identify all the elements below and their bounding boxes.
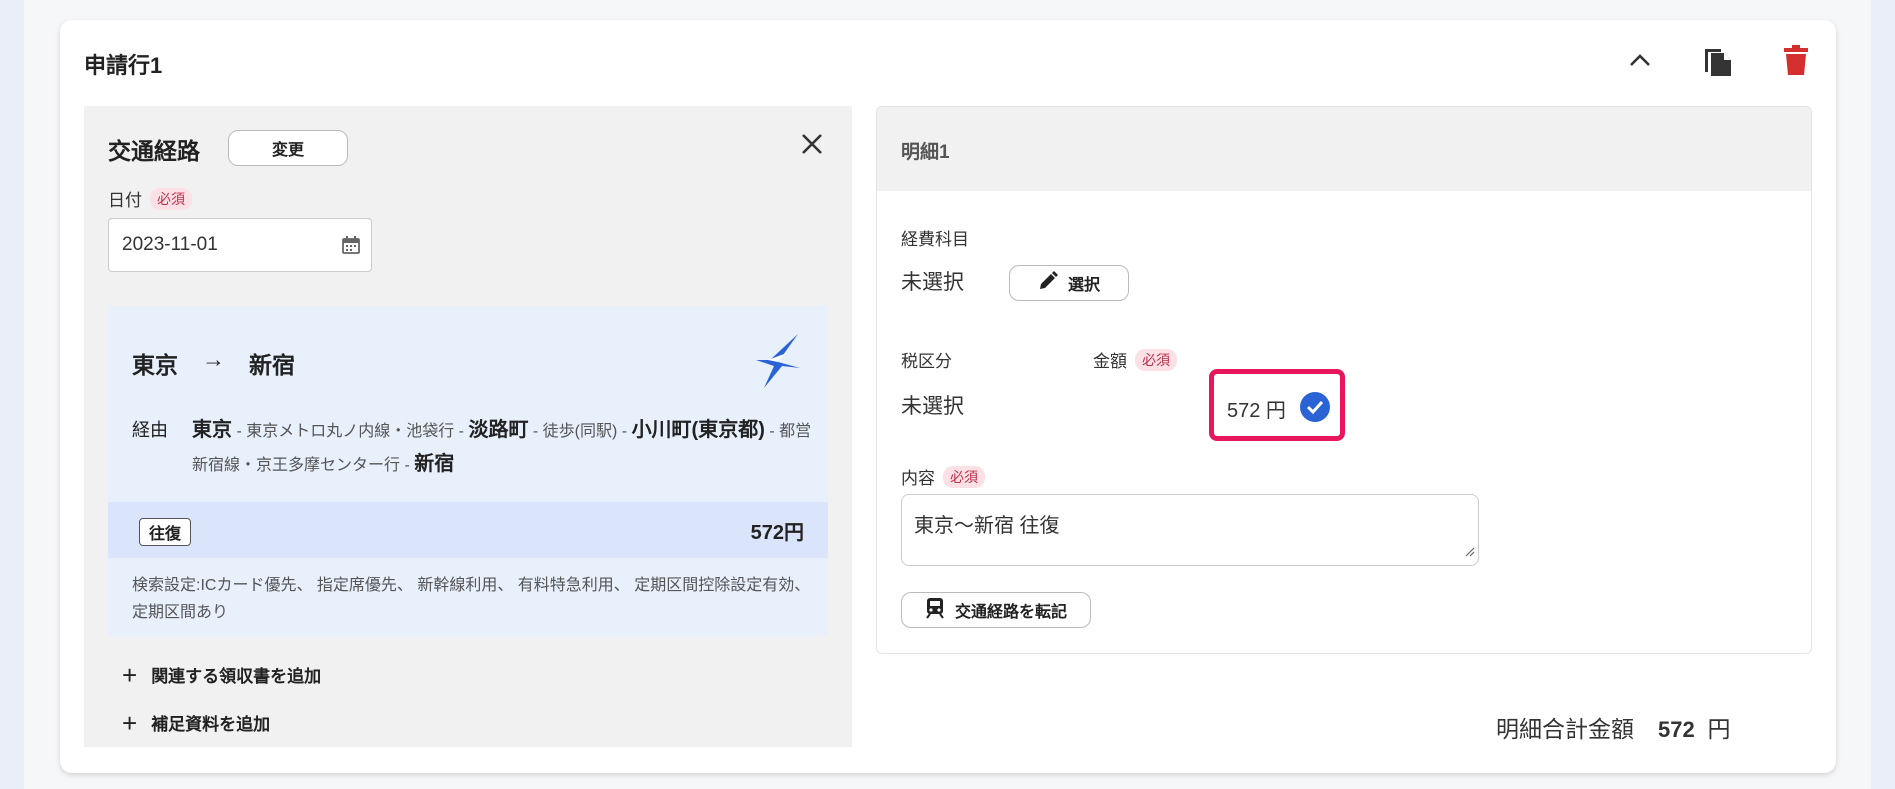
search-settings: 検索設定:ICカード優先、 指定席優先、 新幹線利用、 有料特急利用、 定期区間… — [132, 577, 811, 621]
via-details: 東京 - 東京メトロ丸ノ内線・池袋行 - 淡路町 - 徒歩(同駅) - 小川町(… — [192, 414, 812, 482]
amount-label: 金額 — [1093, 352, 1127, 371]
change-label: 変更 — [271, 142, 304, 159]
date-label: 日付 — [108, 191, 142, 210]
date-field[interactable]: 2023-11-01 — [108, 218, 372, 272]
bird-logo-icon — [754, 332, 800, 395]
amount-field[interactable]: 572 円 — [1209, 369, 1345, 441]
pencil-icon — [1038, 270, 1058, 296]
resize-grip-icon[interactable] — [1465, 544, 1475, 562]
via-line-2: - 徒歩(同駅) - — [528, 423, 632, 440]
detail-panel: 明細1 経費科目 未選択 選択 税区分 金額 必須 未選択 572 円 内容 必須 … — [876, 106, 1812, 654]
required-badge: 必須 — [150, 188, 192, 210]
trash-icon[interactable] — [1776, 40, 1816, 80]
total-unit: 円 — [1707, 716, 1731, 742]
add-receipt-label: 関連する領収書を追加 — [151, 667, 322, 686]
chevron-up-icon[interactable] — [1620, 40, 1660, 80]
transcribe-label: 交通経路を転記 — [954, 604, 1067, 621]
plus-icon: + — [122, 659, 138, 690]
calendar-icon[interactable] — [341, 235, 361, 260]
tax-value: 未選択 — [901, 395, 964, 418]
date-value: 2023-11-01 — [122, 234, 218, 255]
expense-label: 経費科目 — [901, 230, 969, 249]
amount-label-row: 金額 必須 — [1093, 347, 1177, 372]
train-icon — [925, 597, 945, 624]
route-arrow: → — [202, 346, 225, 372]
close-icon[interactable] — [800, 132, 824, 161]
application-line-card: 申請行1 交通経路 変更 日付 必須 2023-11-01 東京 → 新宿 経由… — [60, 20, 1836, 773]
amount-value: 572 円 — [1227, 400, 1286, 422]
select-expense-button[interactable]: 選択 — [1009, 265, 1129, 301]
route-summary: 東京 → 新宿 経由 東京 - 東京メトロ丸ノ内線・池袋行 - 淡路町 - 徒歩… — [108, 306, 828, 636]
plus-icon: + — [122, 707, 138, 738]
required-badge: 必須 — [943, 466, 985, 488]
required-badge: 必須 — [1135, 349, 1177, 371]
via-route: 経由 東京 - 東京メトロ丸ノ内線・池袋行 - 淡路町 - 徒歩(同駅) - 小… — [132, 414, 812, 482]
via-station-2: 淡路町 — [468, 419, 529, 441]
section-title: 交通経路 — [108, 138, 200, 164]
origin-station: 東京 — [132, 352, 178, 378]
date-label-row: 日付 必須 — [108, 186, 192, 211]
select-label: 選択 — [1067, 277, 1100, 294]
content-label: 内容 — [901, 469, 935, 488]
change-route-button[interactable]: 変更 — [228, 130, 348, 166]
content-label-row: 内容 必須 — [901, 464, 985, 489]
detail-header: 明細1 — [877, 107, 1811, 191]
check-circle-icon — [1300, 392, 1330, 422]
total-label: 明細合計金額 — [1496, 716, 1634, 742]
add-material-link[interactable]: + 補足資料を追加 — [122, 707, 271, 738]
card-title: 申請行1 — [84, 53, 163, 78]
tax-label: 税区分 — [901, 352, 952, 371]
fare-amount: 572円 — [750, 522, 804, 544]
via-station-3: 小川町(東京都) — [631, 419, 765, 441]
via-label: 経由 — [132, 420, 168, 440]
via-station-1: 東京 — [192, 419, 232, 441]
fare-row: 往復 572円 — [108, 502, 828, 558]
detail-title: 明細1 — [901, 142, 950, 163]
copy-icon[interactable] — [1698, 40, 1738, 80]
expense-value: 未選択 — [901, 271, 964, 294]
route-header: 東京 → 新宿 — [132, 346, 295, 380]
total-value: 572 — [1658, 717, 1695, 742]
add-receipt-link[interactable]: + 関連する領収書を追加 — [122, 659, 322, 690]
detail-total: 明細合計金額 572 円 — [1496, 710, 1731, 744]
via-station-4: 新宿 — [414, 453, 455, 475]
round-trip-badge: 往復 — [139, 518, 192, 546]
via-line-1: - 東京メトロ丸ノ内線・池袋行 - — [232, 423, 469, 440]
add-material-label: 補足資料を追加 — [151, 715, 271, 734]
destination-station: 新宿 — [249, 352, 295, 378]
transport-route-panel: 交通経路 変更 日付 必須 2023-11-01 東京 → 新宿 経由 東京 -… — [84, 106, 852, 747]
transcribe-route-button[interactable]: 交通経路を転記 — [901, 592, 1091, 628]
content-value: 東京～新宿 往復 — [914, 515, 1060, 537]
content-textarea[interactable]: 東京～新宿 往復 — [901, 494, 1479, 566]
